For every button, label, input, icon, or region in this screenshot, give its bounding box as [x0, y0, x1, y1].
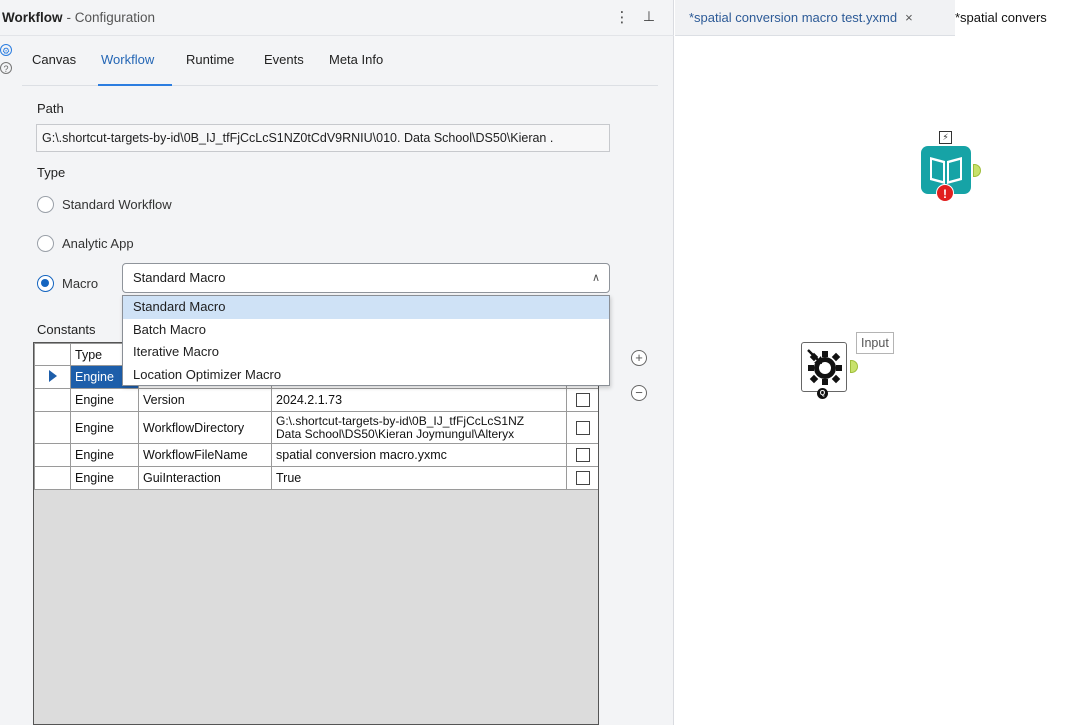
table-row[interactable]: Engine GuiInteraction True — [34, 466, 598, 490]
value-cell[interactable]: 2024.2.1.73 — [271, 388, 567, 412]
value-line-2: Data School\DS50\Kieran Joymungul\Altery… — [276, 426, 515, 441]
numeric-cell[interactable] — [566, 411, 598, 444]
tab-meta-info[interactable]: Meta Info — [329, 52, 399, 86]
output-anchor-icon[interactable] — [850, 360, 858, 373]
tool-annotation-label: Input — [856, 332, 894, 354]
more-options-icon[interactable]: ⋮ — [614, 8, 630, 28]
document-tab-label: *spatial conversion macro test.yxmd — [689, 10, 898, 25]
value-cell[interactable]: True — [271, 466, 567, 490]
table-row[interactable]: Engine WorkflowFileName spatial conversi… — [34, 443, 598, 467]
numeric-checkbox[interactable] — [576, 393, 590, 408]
help-icon[interactable]: ? — [0, 62, 12, 74]
document-tab-label: *spatial convers — [955, 10, 1047, 25]
name-cell[interactable]: GuiInteraction — [138, 466, 272, 490]
workflow-canvas[interactable]: *spatial conversion macro test.yxmd × *sp… — [675, 0, 1067, 725]
numeric-checkbox[interactable] — [576, 471, 590, 486]
browse-tool[interactable]: ⚡ ! — [921, 131, 981, 205]
tab-canvas[interactable]: Canvas — [32, 52, 80, 86]
dropdown-option-batch-macro[interactable]: Batch Macro — [123, 319, 609, 342]
close-icon[interactable]: × — [905, 10, 913, 25]
name-cell[interactable]: WorkflowDirectory — [138, 411, 272, 444]
pane-header: Workflow - Configuration — [0, 0, 674, 36]
standard-workflow-label: Standard Workflow — [62, 196, 172, 212]
tab-workflow[interactable]: Workflow — [98, 52, 172, 86]
tab-runtime[interactable]: Runtime — [186, 52, 242, 86]
table-row[interactable]: Engine Version 2024.2.1.73 — [34, 388, 598, 412]
pin-icon[interactable]: ⊥ — [640, 8, 658, 28]
row-header-cell — [34, 343, 71, 366]
macro-type-value: Standard Macro — [133, 270, 226, 285]
constants-grid: Type Engine Engine Version 2024.2.1.73 E… — [33, 342, 599, 725]
configuration-pane: Workflow - Configuration ⋮ ⊥ ⚙ ? Canvas … — [0, 0, 674, 725]
value-cell[interactable]: G:\.shortcut-targets-by-id\0B_IJ_tfFjCcL… — [271, 411, 567, 444]
name-cell[interactable]: WorkflowFileName — [138, 443, 272, 467]
numeric-cell[interactable] — [566, 388, 598, 412]
tab-events[interactable]: Events — [264, 52, 308, 86]
config-tab-bar: Canvas Workflow Runtime Events Meta Info — [22, 42, 658, 86]
row-marker-cell[interactable] — [34, 365, 71, 389]
macro-type-dropdown: Standard Macro Batch Macro Iterative Mac… — [122, 295, 610, 386]
dropdown-option-location-optimizer-macro[interactable]: Location Optimizer Macro — [123, 364, 609, 387]
dropdown-option-standard-macro[interactable]: Standard Macro — [123, 296, 609, 319]
document-tab[interactable]: *spatial conversion macro test.yxmd × — [689, 0, 913, 36]
pane-subtitle: - Configuration — [66, 10, 156, 25]
side-icon-strip: ⚙ ? — [0, 44, 14, 80]
row-marker-cell[interactable] — [34, 388, 71, 412]
macro-input-icon[interactable] — [801, 342, 847, 392]
analytic-app-label: Analytic App — [62, 235, 134, 251]
error-icon: ! — [936, 184, 954, 202]
remove-constant-button[interactable]: − — [631, 385, 647, 401]
type-cell[interactable]: Engine — [70, 411, 139, 444]
pane-title: Workflow — [2, 10, 63, 25]
path-label: Path — [37, 101, 64, 116]
chevron-up-icon[interactable]: ∧ — [592, 264, 600, 292]
type-cell[interactable]: Engine — [70, 388, 139, 412]
constants-label: Constants — [37, 322, 96, 337]
radio-circle[interactable] — [37, 195, 54, 213]
value-line-1: G:\.shortcut-targets-by-id\0B_IJ_tfFjCcL… — [276, 413, 525, 428]
analytic-app-radio[interactable]: Analytic App — [37, 233, 134, 253]
row-marker-cell[interactable] — [34, 466, 71, 490]
radio-circle[interactable] — [37, 234, 54, 252]
value-cell[interactable]: spatial conversion macro.yxmc — [271, 443, 567, 467]
current-row-icon — [48, 369, 57, 382]
numeric-checkbox[interactable] — [576, 448, 590, 463]
path-field[interactable]: G:\.shortcut-targets-by-id\0B_IJ_tfFjCcL… — [36, 124, 610, 152]
numeric-cell[interactable] — [566, 466, 598, 490]
add-constant-button[interactable]: + — [631, 350, 647, 366]
row-marker-cell[interactable] — [34, 443, 71, 467]
row-marker-cell[interactable] — [34, 411, 71, 444]
dropdown-option-iterative-macro[interactable]: Iterative Macro — [123, 341, 609, 364]
standard-workflow-radio[interactable]: Standard Workflow — [37, 194, 172, 214]
table-row[interactable]: Engine WorkflowDirectory G:\.shortcut-ta… — [34, 411, 598, 444]
macro-input-tool[interactable]: Q Input — [801, 332, 911, 422]
input-anchor-icon[interactable] — [973, 164, 981, 177]
document-tab-bar: *spatial conversion macro test.yxmd × *sp… — [675, 0, 1067, 36]
gear-icon[interactable]: ⚙ — [0, 44, 12, 56]
macro-label: Macro — [62, 275, 99, 291]
macro-radio[interactable]: Macro — [37, 273, 98, 293]
question-badge-icon: Q — [817, 388, 828, 399]
numeric-cell[interactable] — [566, 443, 598, 467]
macro-type-select[interactable]: Standard Macro ∧ — [122, 263, 610, 293]
name-cell[interactable]: Version — [138, 388, 272, 412]
document-tab-active[interactable]: *spatial convers — [955, 0, 1067, 36]
type-cell[interactable]: Engine — [70, 443, 139, 467]
type-label: Type — [37, 165, 66, 180]
radio-circle-checked[interactable] — [37, 274, 54, 292]
numeric-checkbox[interactable] — [576, 420, 590, 435]
lightning-bolt-icon: ⚡ — [939, 131, 952, 144]
type-cell[interactable]: Engine — [70, 466, 139, 490]
